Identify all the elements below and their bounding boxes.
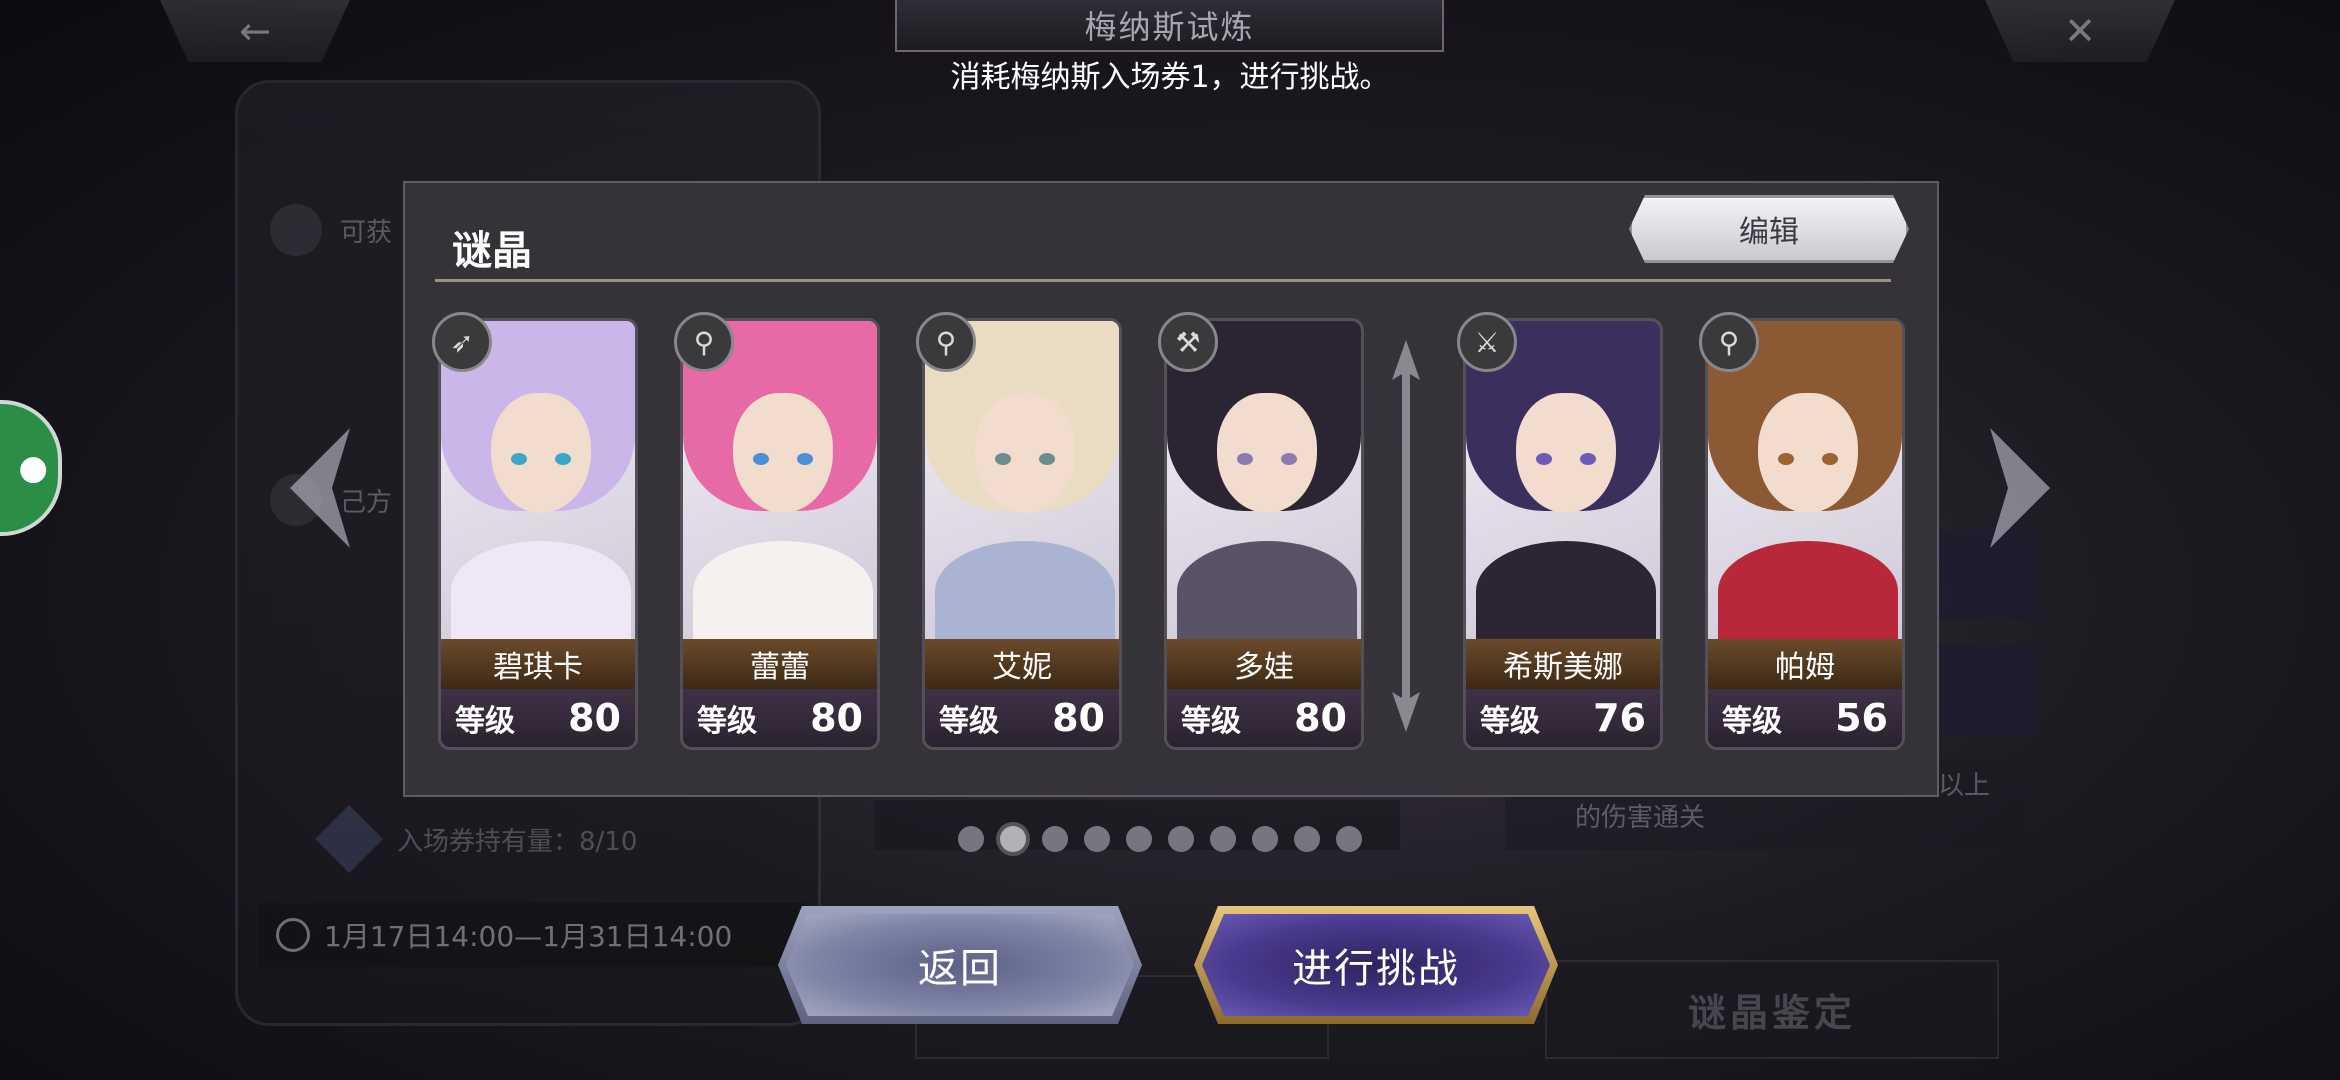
level-value: 76 (1593, 696, 1646, 740)
page-dot[interactable] (1000, 826, 1026, 852)
character-level-bar: 等级 80 (683, 689, 877, 747)
edit-button[interactable]: 编辑 (1629, 195, 1909, 263)
character-name: 蕾蕾 (683, 639, 877, 689)
page-dot[interactable] (1168, 826, 1194, 852)
portrait-outfit (451, 541, 631, 641)
page-dot[interactable] (958, 826, 984, 852)
portrait-face (1516, 393, 1616, 513)
reward-label: 可获 (340, 217, 393, 248)
cat-emblem-icon (270, 204, 322, 256)
level-label: 等级 (1722, 704, 1782, 739)
level-label: 等级 (455, 704, 515, 739)
character-level-bar: 等级 56 (1708, 689, 1902, 747)
double-arrow-divider-icon (1392, 340, 1420, 732)
portrait-eye (995, 453, 1011, 465)
page-dot[interactable] (1042, 826, 1068, 852)
character-card[interactable]: 艾妮等级 80 (922, 318, 1122, 750)
page-dot[interactable] (1210, 826, 1236, 852)
party-label: 己方 (340, 487, 393, 518)
character-name: 多娃 (1167, 639, 1361, 689)
event-time-range: 1月17日14:00—1月31日14:00 (258, 903, 806, 967)
back-arrow-icon: ← (239, 9, 271, 53)
ticket-cube-icon (315, 805, 383, 873)
time-range-label: 1月17日14:00—1月31日14:00 (324, 920, 733, 953)
character-card[interactable]: 蕾蕾等级 80 (680, 318, 880, 750)
title-divider (435, 279, 1891, 282)
page-dot[interactable] (1084, 826, 1110, 852)
character-level-bar: 等级 80 (1167, 689, 1361, 747)
level-label: 等级 (697, 704, 757, 739)
portrait-outfit (1476, 541, 1656, 641)
challenge-button-label[interactable]: 进行挑战 (1194, 906, 1558, 1024)
portrait-eye (1580, 453, 1596, 465)
portrait-eye (1778, 453, 1794, 465)
portrait-outfit (935, 541, 1115, 641)
level-label: 等级 (1181, 704, 1241, 739)
character-card[interactable]: 帕姆等级 56 (1705, 318, 1905, 750)
portrait-outfit (1177, 541, 1357, 641)
ticket-count: 入场券持有量：8/10 (315, 805, 638, 873)
hammer-class-icon: ⚒ (1158, 312, 1218, 372)
sword-class-icon: ⚔ (1457, 312, 1517, 372)
character-name: 碧琪卡 (441, 639, 635, 689)
portrait-eye (1536, 453, 1552, 465)
level-value: 80 (810, 696, 863, 740)
info-text: 的伤害通关 (1575, 803, 1706, 833)
portrait-outfit (693, 541, 873, 641)
dialog-title: 谜晶 (452, 228, 532, 274)
character-level-bar: 等级 76 (1466, 689, 1660, 747)
portrait-eye (511, 453, 527, 465)
character-name: 希斯美娜 (1466, 639, 1660, 689)
staff-class-icon: ⚲ (1699, 312, 1759, 372)
portrait-face (975, 393, 1075, 513)
ticket-label: 入场券持有量：8/10 (397, 826, 638, 857)
chat-float-button[interactable]: ● (0, 400, 62, 536)
portrait-eye (555, 453, 571, 465)
portrait-eye (1237, 453, 1253, 465)
character-name: 帕姆 (1708, 639, 1902, 689)
return-button-label[interactable]: 返回 (778, 906, 1142, 1024)
portrait-face (1217, 393, 1317, 513)
portrait-face (733, 393, 833, 513)
level-value: 56 (1835, 696, 1888, 740)
level-value: 80 (568, 696, 621, 740)
level-label: 等级 (939, 704, 999, 739)
portrait-eye (797, 453, 813, 465)
character-card[interactable]: 碧琪卡等级 80 (438, 318, 638, 750)
page-dot[interactable] (1336, 826, 1362, 852)
tab-mystery-appraisal[interactable]: 谜晶鉴定 (1545, 960, 1999, 1059)
chat-bubble-icon: ● (18, 448, 48, 488)
close-icon: ✕ (2064, 9, 2096, 53)
level-label: 等级 (1480, 704, 1540, 739)
reward-row: 可获 (270, 195, 392, 265)
staff-class-icon: ⚲ (916, 312, 976, 372)
character-name: 艾妮 (925, 639, 1119, 689)
portrait-eye (753, 453, 769, 465)
portrait-face (491, 393, 591, 513)
character-level-bar: 等级 80 (925, 689, 1119, 747)
page-indicator (958, 826, 1362, 852)
level-value: 80 (1294, 696, 1347, 740)
portrait-eye (1039, 453, 1055, 465)
page-dot[interactable] (1252, 826, 1278, 852)
portrait-eye (1281, 453, 1297, 465)
staff-class-icon: ⚲ (674, 312, 734, 372)
clock-icon (276, 918, 310, 952)
bow-class-icon: ➶ (432, 312, 492, 372)
portrait-outfit (1718, 541, 1898, 641)
portrait-face (1758, 393, 1858, 513)
character-card[interactable]: 多娃等级 80 (1164, 318, 1364, 750)
page-dot[interactable] (1294, 826, 1320, 852)
character-card[interactable]: 希斯美娜等级 76 (1463, 318, 1663, 750)
level-value: 80 (1052, 696, 1105, 740)
character-level-bar: 等级 80 (441, 689, 635, 747)
portrait-eye (1822, 453, 1838, 465)
page-dot[interactable] (1126, 826, 1152, 852)
page-title: 梅纳斯试炼 (895, 0, 1444, 52)
